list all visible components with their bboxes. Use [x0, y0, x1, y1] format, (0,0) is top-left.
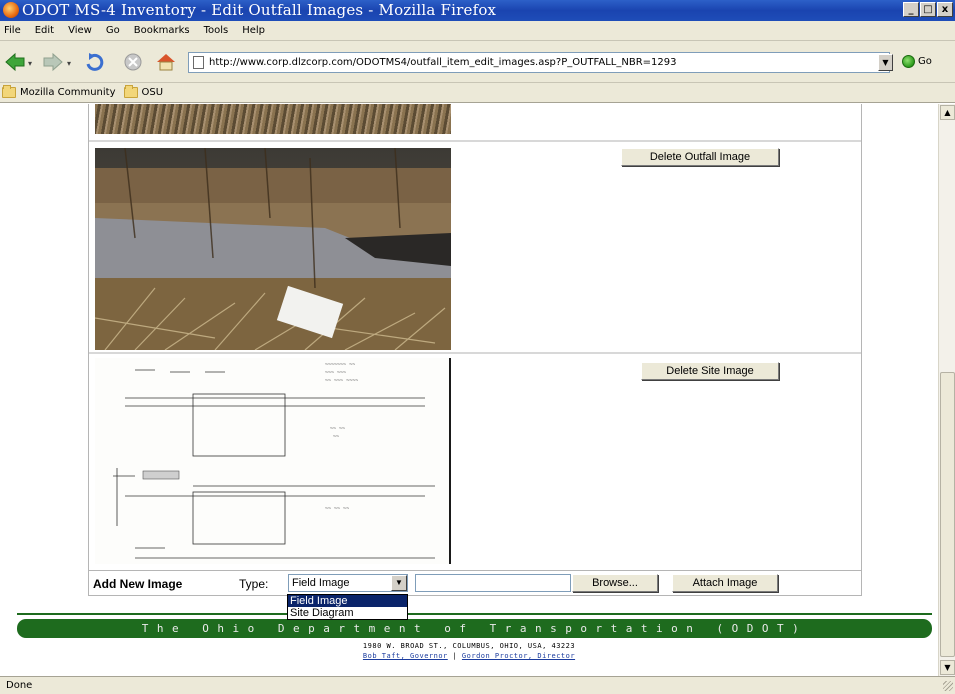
bookmark-label: OSU: [141, 87, 164, 98]
menu-go[interactable]: Go: [106, 25, 120, 36]
address-url: http://www.corp.dlzcorp.com/ODOTMS4/outf…: [209, 57, 677, 68]
bookmark-osu[interactable]: OSU: [123, 85, 164, 98]
status-bar: Done: [0, 676, 955, 694]
governor-link[interactable]: Bob Taft, Governor: [363, 652, 448, 660]
scroll-up-icon[interactable]: ▲: [940, 105, 955, 120]
address-dropdown-icon[interactable]: ▼: [878, 54, 893, 71]
status-text: Done: [6, 680, 33, 691]
browse-button[interactable]: Browse...: [572, 574, 658, 592]
close-button[interactable]: x: [937, 2, 953, 17]
type-label: Type:: [239, 577, 269, 591]
chevron-down-icon[interactable]: ▼: [391, 575, 407, 591]
image-row: ~~~~~~~ ~~ ~~~ ~~~ ~~ ~~~ ~~~~ ~~ ~~ ~~ …: [89, 352, 861, 566]
navigation-toolbar: ▾ ▾ http://www.corp.dlzcorp.com/ODOTMS4/…: [0, 41, 955, 83]
firefox-icon: [3, 2, 19, 18]
file-path-input[interactable]: [415, 574, 571, 592]
add-new-image-row: Add New Image Type: Field Image ▼ Browse…: [88, 570, 862, 596]
delete-outfall-image-button[interactable]: Delete Outfall Image: [621, 148, 779, 166]
folder-icon: [123, 85, 138, 98]
window-title: ODOT MS-4 Inventory - Edit Outfall Image…: [22, 1, 497, 19]
type-option-site-diagram[interactable]: Site Diagram: [288, 607, 407, 619]
footer-banner: The Ohio Department of Transportation (O…: [17, 619, 932, 638]
go-label: Go: [918, 56, 932, 67]
scroll-down-icon[interactable]: ▼: [940, 660, 955, 675]
reload-icon[interactable]: [84, 52, 106, 72]
image-type-select[interactable]: Field Image ▼: [288, 574, 408, 592]
bookmark-mozilla-community[interactable]: Mozilla Community: [2, 85, 116, 98]
image-type-value: Field Image: [292, 577, 350, 589]
folder-icon: [2, 85, 16, 98]
scrollbar-thumb[interactable]: [940, 372, 955, 657]
field-photo-partial: [95, 104, 451, 134]
image-type-dropdown-list: Field Image Site Diagram: [287, 594, 408, 620]
site-diagram-image: ~~~~~~~ ~~ ~~~ ~~~ ~~ ~~~ ~~~~ ~~ ~~ ~~ …: [95, 358, 451, 564]
menu-help[interactable]: Help: [242, 25, 265, 36]
svg-text:~~~~~~~ ~~: ~~~~~~~ ~~: [325, 362, 355, 368]
svg-text:~~~ ~~~: ~~~ ~~~: [325, 370, 346, 376]
menu-edit[interactable]: Edit: [35, 25, 54, 36]
window-title-bar: ODOT MS-4 Inventory - Edit Outfall Image…: [0, 0, 955, 21]
page-icon: [193, 56, 204, 69]
svg-text:~~: ~~: [333, 434, 339, 440]
footer-separator: |: [452, 652, 458, 660]
image-row: [89, 104, 861, 140]
svg-text:~~ ~~: ~~ ~~: [330, 426, 345, 432]
menu-file[interactable]: File: [4, 25, 21, 36]
menu-view[interactable]: View: [68, 25, 92, 36]
vertical-scrollbar[interactable]: ▲ ▼: [938, 104, 955, 676]
back-dropdown-icon[interactable]: ▾: [28, 59, 36, 68]
menu-bookmarks[interactable]: Bookmarks: [134, 25, 190, 36]
add-new-image-label: Add New Image: [93, 577, 183, 591]
back-arrow-icon[interactable]: [4, 52, 26, 72]
page-content: Delete Outfall Image ~~~~~~~ ~~ ~~~ ~~~ …: [0, 104, 938, 676]
footer-divider: [17, 613, 932, 615]
type-option-field-image[interactable]: Field Image: [288, 595, 407, 607]
minimize-button[interactable]: _: [903, 2, 919, 17]
forward-dropdown-icon[interactable]: ▾: [67, 59, 75, 68]
menu-tools[interactable]: Tools: [204, 25, 229, 36]
stop-icon[interactable]: [122, 52, 144, 72]
images-table: Delete Outfall Image ~~~~~~~ ~~ ~~~ ~~~ …: [88, 104, 862, 594]
director-link[interactable]: Gordon Proctor, Director: [462, 652, 575, 660]
attach-image-button[interactable]: Attach Image: [672, 574, 778, 592]
bookmark-label: Mozilla Community: [20, 87, 116, 98]
outfall-photo: [95, 148, 451, 350]
home-icon[interactable]: [155, 52, 177, 72]
go-icon: [902, 55, 915, 68]
address-bar[interactable]: http://www.corp.dlzcorp.com/ODOTMS4/outf…: [188, 52, 890, 73]
resize-grip-icon[interactable]: [943, 681, 953, 691]
svg-text:~~ ~~~ ~~~~: ~~ ~~~ ~~~~: [325, 378, 358, 384]
image-row: Delete Outfall Image: [89, 140, 861, 352]
bookmarks-toolbar: Mozilla Community OSU: [0, 83, 955, 103]
footer-address: 1980 W. BROAD ST., COLUMBUS, OHIO, USA, …: [362, 642, 576, 650]
menu-bar: File Edit View Go Bookmarks Tools Help: [0, 21, 955, 41]
go-button[interactable]: Go: [902, 55, 932, 68]
footer-links: Bob Taft, Governor | Gordon Proctor, Dir…: [0, 652, 938, 660]
delete-site-image-button[interactable]: Delete Site Image: [641, 362, 779, 380]
svg-text:~~ ~~ ~~: ~~ ~~ ~~: [325, 506, 349, 512]
forward-arrow-icon[interactable]: [42, 52, 64, 72]
maximize-button[interactable]: □: [920, 2, 936, 17]
